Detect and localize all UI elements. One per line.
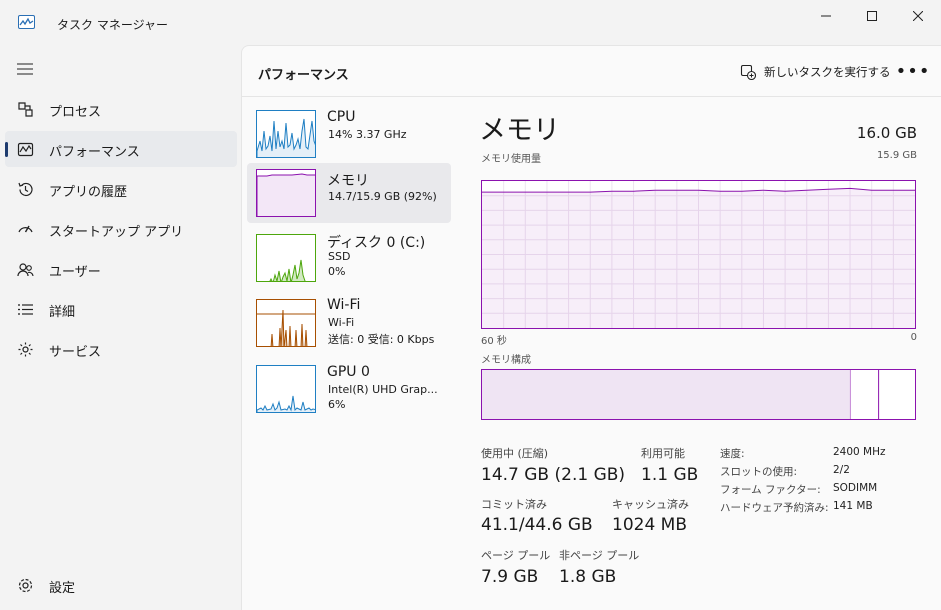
nonpaged-pool-label: 非ページ プール	[559, 549, 640, 562]
sidebar-item-label: スタートアップ アプリ	[49, 225, 184, 240]
detail-title: メモリ	[479, 115, 560, 146]
resource-detail: 14% 3.37 GHz	[328, 128, 407, 141]
sidebar-item-settings[interactable]: 設定	[5, 567, 237, 603]
usage-chart-max: 15.9 GB	[876, 150, 917, 161]
slots-label: スロットの使用:	[720, 466, 798, 478]
in-use-value: 14.7 GB (2.1 GB)	[481, 465, 626, 485]
run-new-task-button[interactable]: 新しいタスクを実行する	[740, 61, 891, 83]
slots-value: 2/2	[833, 464, 850, 476]
title-bar: タスク マネージャー	[0, 0, 941, 46]
composition-label: メモリ構成	[481, 355, 531, 366]
active-indicator	[5, 142, 8, 157]
available-label: 利用可能	[641, 447, 685, 460]
cached-label: キャッシュ済み	[612, 498, 689, 511]
sidebar-item-performance[interactable]: パフォーマンス	[5, 131, 237, 167]
startup-icon	[18, 225, 33, 233]
history-icon	[18, 182, 33, 197]
resource-item-disk[interactable]: ディスク 0 (C:) SSD 0%	[247, 230, 451, 290]
memory-usage-chart-svg	[481, 181, 916, 328]
resource-item-memory[interactable]: メモリ 14.7/15.9 GB (92%)	[247, 163, 451, 223]
window-title: タスク マネージャー	[57, 18, 168, 32]
resource-detail: Wi-Fi	[328, 316, 355, 329]
memory-thumbnail-graph	[256, 169, 316, 217]
minimize-button[interactable]	[803, 0, 849, 32]
run-new-task-label: 新しいタスクを実行する	[764, 65, 891, 79]
speed-label: 速度:	[720, 448, 745, 460]
sidebar-item-services[interactable]: サービス	[5, 331, 237, 367]
sidebar-item-app-history[interactable]: アプリの履歴	[5, 171, 237, 207]
hamburger-menu-button[interactable]	[10, 56, 40, 82]
sidebar-item-label: プロセス	[49, 105, 102, 120]
page-title: パフォーマンス	[258, 68, 349, 83]
resource-detail: SSD	[328, 250, 351, 263]
resource-name: Wi-Fi	[327, 297, 361, 313]
resource-usage: 0%	[328, 265, 346, 278]
composition-standby-segment	[850, 370, 879, 419]
cpu-thumbnail-graph	[256, 110, 316, 158]
form-factor-value: SODIMM	[833, 482, 878, 494]
close-icon	[913, 11, 923, 21]
details-icon	[18, 304, 33, 315]
resource-detail: Intel(R) UHD Grap...	[328, 383, 438, 396]
memory-composition-bar	[481, 369, 916, 420]
resource-item-wifi[interactable]: Wi-Fi Wi-Fi 送信: 0 受信: 0 Kbps	[247, 297, 451, 357]
resource-throughput: 送信: 0 受信: 0 Kbps	[328, 333, 435, 346]
paged-pool-label: ページ プール	[481, 549, 551, 562]
sidebar-item-processes[interactable]: プロセス	[5, 91, 237, 127]
services-icon	[18, 342, 33, 357]
usage-chart-label: メモリ使用量	[481, 154, 541, 165]
sidebar-item-label: 詳細	[49, 305, 76, 320]
sidebar-item-startup-apps[interactable]: スタートアップ アプリ	[5, 211, 237, 247]
resource-item-cpu[interactable]: CPU 14% 3.37 GHz	[247, 108, 451, 168]
form-factor-label: フォーム ファクター:	[720, 484, 821, 496]
close-button[interactable]	[895, 0, 941, 32]
minimize-icon	[821, 15, 831, 17]
committed-value: 41.1/44.6 GB	[481, 515, 593, 535]
resource-name: ディスク 0 (C:)	[327, 235, 426, 251]
disk-thumbnail-graph	[256, 234, 316, 282]
sidebar-item-users[interactable]: ユーザー	[5, 251, 237, 287]
sidebar-item-details[interactable]: 詳細	[5, 291, 237, 327]
header-divider	[242, 96, 941, 97]
time-axis-end: 0	[910, 332, 917, 343]
performance-panel: パフォーマンス 新しいタスクを実行する ••• CPU 14% 3.37 GHz…	[241, 45, 941, 610]
more-options-button[interactable]: •••	[896, 58, 930, 84]
sidebar-item-label: サービス	[49, 345, 102, 360]
resource-name: GPU 0	[327, 364, 370, 380]
gear-icon	[18, 578, 33, 593]
hardware-reserved-value: 141 MB	[833, 500, 873, 512]
paged-pool-value: 7.9 GB	[481, 567, 539, 587]
memory-usage-chart	[481, 180, 916, 329]
composition-in-use-segment	[482, 370, 851, 419]
maximize-icon	[867, 11, 877, 21]
sidebar-item-label: パフォーマンス	[49, 145, 140, 160]
time-axis-start: 60 秒	[481, 336, 507, 347]
wifi-thumbnail-graph	[256, 299, 316, 347]
sidebar-item-label: ユーザー	[49, 265, 101, 280]
resource-usage: 6%	[328, 398, 346, 411]
maximize-button[interactable]	[849, 0, 895, 32]
resource-name: CPU	[327, 109, 356, 125]
hamburger-icon	[17, 63, 33, 75]
resource-item-gpu[interactable]: GPU 0 Intel(R) UHD Grap... 6%	[247, 363, 451, 423]
total-memory: 16.0 GB	[856, 124, 917, 142]
cached-value: 1024 MB	[612, 515, 687, 535]
users-icon	[17, 263, 34, 277]
performance-icon	[17, 142, 34, 157]
available-value: 1.1 GB	[641, 465, 699, 485]
sidebar-item-label: アプリの履歴	[49, 185, 128, 200]
speed-value: 2400 MHz	[833, 446, 886, 458]
in-use-label: 使用中 (圧縮)	[481, 447, 549, 460]
memory-usage-area	[482, 188, 915, 328]
processes-icon	[18, 102, 33, 117]
new-task-icon	[740, 64, 756, 80]
nonpaged-pool-value: 1.8 GB	[559, 567, 617, 587]
committed-label: コミット済み	[481, 498, 547, 511]
task-manager-app-icon	[18, 15, 35, 29]
settings-label: 設定	[49, 581, 76, 596]
resource-detail: 14.7/15.9 GB (92%)	[328, 190, 437, 203]
hardware-reserved-label: ハードウェア予約済み:	[720, 502, 829, 514]
gpu-thumbnail-graph	[256, 365, 316, 413]
resource-name: メモリ	[327, 173, 369, 189]
